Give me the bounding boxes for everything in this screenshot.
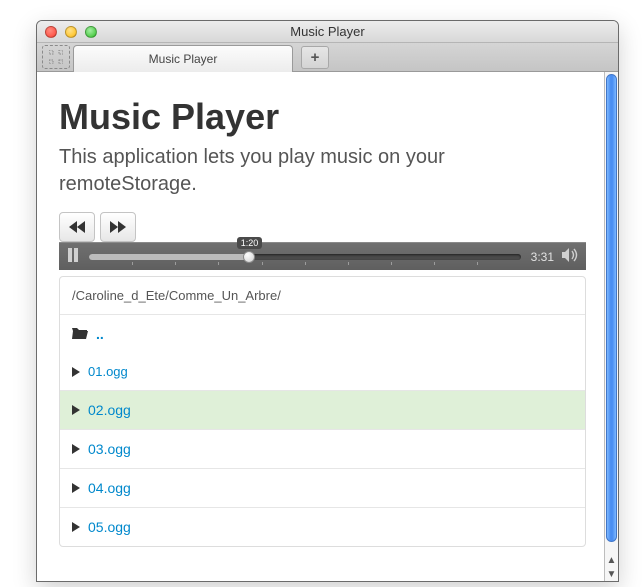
prev-button[interactable] <box>59 212 95 242</box>
file-row[interactable]: 01.ogg <box>60 353 585 390</box>
file-row[interactable]: 05.ogg <box>60 507 585 546</box>
tabbar: Music Player + <box>37 43 618 72</box>
zoom-icon[interactable] <box>85 26 97 38</box>
breadcrumb: /Caroline_d_Ete/Comme_Un_Arbre/ <box>60 277 585 314</box>
file-row[interactable]: 02.ogg <box>60 390 585 429</box>
fast-forward-icon <box>110 221 126 233</box>
tab-active[interactable]: Music Player <box>73 45 293 72</box>
file-row[interactable]: 03.ogg <box>60 429 585 468</box>
minimize-icon[interactable] <box>65 26 77 38</box>
duration-label: 3:31 <box>531 250 554 264</box>
vertical-scrollbar[interactable]: ▲ ▼ <box>604 72 618 581</box>
traffic-lights <box>37 26 97 38</box>
play-icon <box>72 367 80 377</box>
seek-fill <box>89 254 249 260</box>
page: Music Player This application lets you p… <box>37 72 604 581</box>
transport-controls <box>59 212 586 242</box>
folder-open-icon <box>72 326 88 342</box>
grid-icon <box>49 50 63 64</box>
parent-folder-label: .. <box>96 326 104 342</box>
app-window: Music Player Music Player + Music Player… <box>36 20 619 582</box>
tab-label: Music Player <box>149 52 218 66</box>
scroll-down-arrow[interactable]: ▼ <box>605 567 618 581</box>
parent-folder-row[interactable]: .. <box>60 314 585 353</box>
tab-overview-button[interactable] <box>42 45 70 69</box>
titlebar: Music Player <box>37 21 618 43</box>
breadcrumb-path: /Caroline_d_Ete/Comme_Un_Arbre/ <box>72 288 281 303</box>
window-title: Music Player <box>37 24 618 39</box>
new-tab-button[interactable]: + <box>301 46 329 69</box>
page-lead: This application lets you play music on … <box>59 144 559 198</box>
file-name: 01.ogg <box>88 364 128 379</box>
page-title: Music Player <box>59 96 586 138</box>
play-pause-button[interactable] <box>67 248 79 265</box>
rewind-icon <box>69 221 85 233</box>
close-icon[interactable] <box>45 26 57 38</box>
file-list: /Caroline_d_Ete/Comme_Un_Arbre/ .. 01.og… <box>59 276 586 547</box>
seek-ticks <box>89 262 521 265</box>
play-icon <box>72 522 80 532</box>
play-icon <box>72 405 80 415</box>
content-area: Music Player This application lets you p… <box>37 72 618 581</box>
file-name: 03.ogg <box>88 441 131 457</box>
seek-track[interactable]: 1:20 <box>89 254 521 260</box>
next-button[interactable] <box>100 212 136 242</box>
media-bar: 1:20 3:31 <box>59 242 586 270</box>
seek-position-label: 1:20 <box>237 237 263 249</box>
play-icon <box>72 444 80 454</box>
play-icon <box>72 483 80 493</box>
plus-icon: + <box>311 49 320 66</box>
scroll-thumb[interactable] <box>606 74 617 542</box>
file-name: 05.ogg <box>88 519 131 535</box>
pause-icon <box>67 248 79 262</box>
file-name: 04.ogg <box>88 480 131 496</box>
file-row[interactable]: 04.ogg <box>60 468 585 507</box>
file-name: 02.ogg <box>88 402 131 418</box>
speaker-icon <box>562 248 578 262</box>
scroll-up-arrow[interactable]: ▲ <box>605 553 618 567</box>
volume-button[interactable] <box>562 248 578 265</box>
